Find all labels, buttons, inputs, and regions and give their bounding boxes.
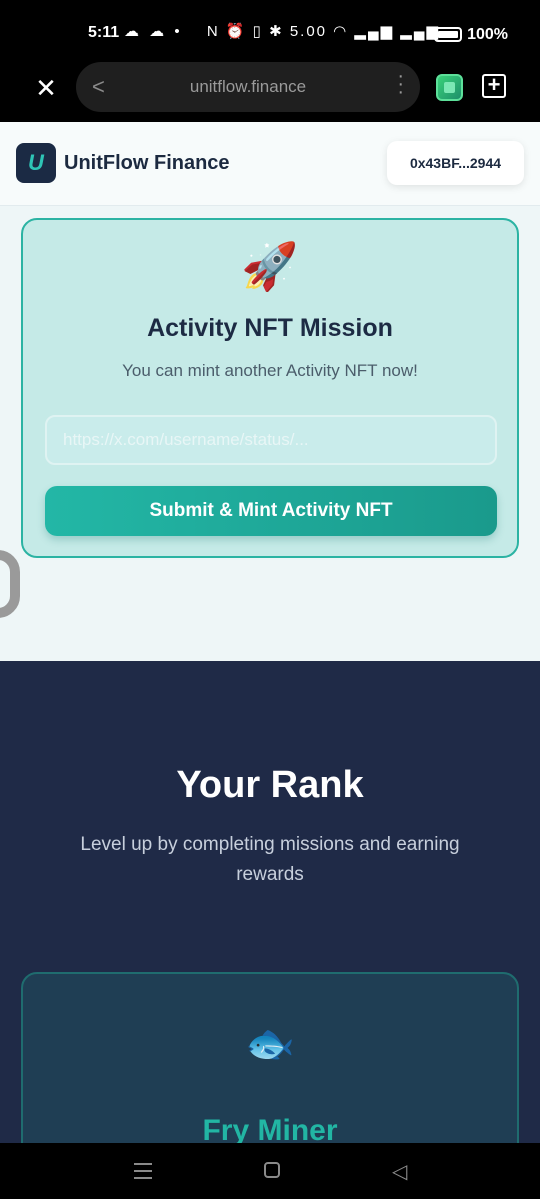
- url-text[interactable]: unitflow.finance: [76, 77, 420, 97]
- recents-icon[interactable]: [134, 1163, 152, 1179]
- status-time: 5:11: [88, 24, 120, 41]
- rocket-icon: 🚀: [241, 240, 299, 292]
- status-bar: 5:11 ☁ ☁ • N ⏰ ▯ ✱ 5.00 ◠ ▂▄▆ ▂▄▆ 100%: [0, 0, 540, 62]
- back-icon[interactable]: ◁: [392, 1159, 407, 1184]
- brand-name: UnitFlow Finance: [64, 152, 230, 174]
- plus-box-icon[interactable]: +: [482, 74, 506, 98]
- rank-subtitle: Level up by completing missions and earn…: [80, 834, 460, 885]
- mission-card: 🚀 Activity NFT Mission You can mint anot…: [21, 218, 519, 558]
- submit-mint-button[interactable]: Submit & Mint Activity NFT: [45, 486, 497, 536]
- battery-percent: 100%: [467, 26, 508, 43]
- battery-icon: [434, 27, 462, 42]
- browser-toolbar: ✕ < unitflow.finance · · · +: [0, 62, 540, 122]
- edge-handle[interactable]: [0, 550, 20, 618]
- rank-title: Your Rank: [176, 764, 364, 806]
- web-page: UnitFlow Finance 0x43BF...2944 🚀 Activit…: [0, 122, 540, 1143]
- status-left-icons: ☁ ☁ •: [124, 23, 183, 40]
- close-icon[interactable]: ✕: [34, 74, 58, 102]
- rank-name: Fry Miner: [202, 1114, 338, 1143]
- system-nav-bar: ◁: [0, 1143, 540, 1199]
- mission-title: Activity NFT Mission: [147, 314, 393, 342]
- home-icon[interactable]: [264, 1162, 280, 1178]
- wallet-button[interactable]: 0x43BF...2944: [387, 141, 524, 185]
- logo-icon[interactable]: [16, 143, 56, 183]
- status-right-icons: N ⏰ ▯ ✱ 5.00 ◠ ▂▄▆ ▂▄▆: [206, 23, 440, 40]
- address-bar[interactable]: < unitflow.finance · · ·: [76, 62, 420, 112]
- site-header: UnitFlow Finance 0x43BF...2944: [0, 122, 540, 206]
- extension-icon[interactable]: [436, 74, 463, 101]
- rank-card: 🐟 Fry Miner: [21, 972, 519, 1143]
- more-vert-icon[interactable]: · · ·: [397, 66, 404, 102]
- mission-subtitle: You can mint another Activity NFT now!: [122, 361, 418, 380]
- fish-icon: 🐟: [245, 1022, 295, 1066]
- rank-section: Your Rank Level up by completing mission…: [0, 661, 540, 1143]
- tweet-url-input[interactable]: [45, 415, 497, 465]
